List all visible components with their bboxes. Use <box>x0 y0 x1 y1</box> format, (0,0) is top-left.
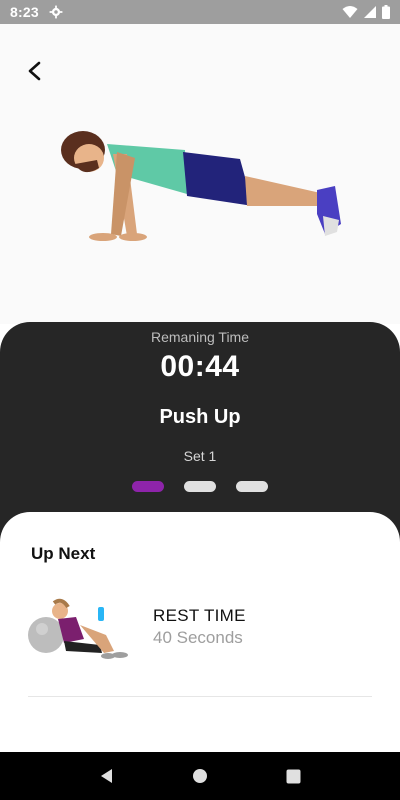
nav-recents-button[interactable] <box>273 756 313 796</box>
set-dot-3 <box>236 481 268 492</box>
set-dot-1 <box>132 481 164 492</box>
up-next-item[interactable]: REST TIME 40 Seconds <box>28 592 372 662</box>
nav-back-button[interactable] <box>87 756 127 796</box>
set-dot-2 <box>184 481 216 492</box>
push-up-illustration <box>61 131 341 241</box>
signal-icon <box>364 6 376 18</box>
wifi-icon <box>342 6 358 18</box>
status-bar: 8:23 <box>0 0 400 24</box>
timer-value: 00:44 <box>160 350 240 383</box>
nav-home-button[interactable] <box>180 756 220 796</box>
back-button[interactable] <box>18 54 52 88</box>
divider <box>28 696 372 697</box>
exercise-name: Push Up <box>159 406 241 428</box>
up-next-title: Up Next <box>31 544 96 563</box>
back-triangle-icon <box>100 769 112 783</box>
rest-illustration <box>28 598 128 659</box>
status-time: 8:23 <box>10 4 39 20</box>
back-arrow-icon <box>28 61 41 81</box>
status-icons <box>342 5 390 19</box>
recents-square-icon <box>286 769 301 783</box>
up-next-text: REST TIME 40 Seconds <box>153 606 246 648</box>
remaining-time-label: Remaning Time <box>150 329 250 345</box>
system-nav-bar <box>0 752 400 800</box>
up-next-item-subtitle: 40 Seconds <box>153 628 243 647</box>
set-label: Set 1 <box>183 448 217 464</box>
exercise-hero <box>0 24 400 324</box>
battery-icon <box>382 5 390 19</box>
up-next-card: Up Next REST TIME 40 Seconds <box>0 512 400 752</box>
home-circle-icon <box>192 769 207 783</box>
up-next-item-title: REST TIME <box>153 606 246 625</box>
set-progress-indicator <box>0 481 400 492</box>
settings-icon <box>49 5 63 19</box>
